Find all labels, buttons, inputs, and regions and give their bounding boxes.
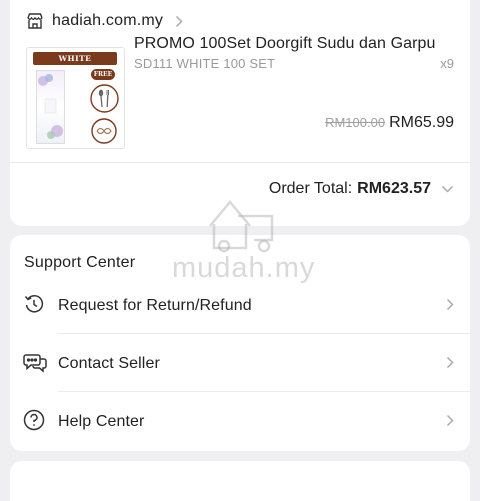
divider	[58, 391, 470, 392]
divider	[58, 333, 470, 334]
help-icon	[23, 409, 45, 436]
price-row: RM100.00 RM65.99	[325, 114, 454, 132]
contact-seller-label: Contact Seller	[58, 354, 160, 372]
contact-seller-item[interactable]: Contact Seller	[10, 335, 470, 392]
order-total-value: RM623.57	[357, 180, 431, 197]
help-center-item[interactable]: Help Center	[10, 393, 470, 450]
product-name[interactable]: PROMO 100Set Doorgift Sudu dan Garpu	[134, 35, 467, 53]
chevron-down-icon[interactable]	[441, 180, 454, 198]
shop-header[interactable]: hadiah.com.my	[26, 8, 183, 34]
return-refund-item[interactable]: Request for Return/Refund	[10, 277, 470, 334]
original-price: RM100.00	[325, 115, 386, 130]
thumbnail-free-badge: FREE	[91, 69, 115, 80]
return-icon	[23, 293, 45, 320]
thumbnail-card-image	[36, 70, 65, 144]
help-center-label: Help Center	[58, 412, 145, 430]
support-center-card: Support Center Request for Return/Refund	[10, 235, 470, 451]
return-refund-label: Request for Return/Refund	[58, 296, 252, 314]
order-card: hadiah.com.my WHITE FREE PROMO 100Set Do…	[10, 0, 470, 226]
shop-icon	[26, 12, 44, 30]
chat-icon	[23, 351, 47, 378]
product-quantity: x9	[440, 56, 454, 71]
spoon-fork-icon	[90, 84, 119, 118]
chevron-right-icon	[446, 356, 454, 374]
sale-price: RM65.99	[389, 114, 454, 131]
shop-name[interactable]: hadiah.com.my	[52, 12, 163, 30]
next-section-card	[10, 461, 470, 501]
order-total-row[interactable]: Order Total: RM623.57	[269, 180, 454, 198]
divider	[10, 162, 470, 163]
product-thumbnail[interactable]: WHITE FREE	[26, 47, 125, 149]
chevron-right-icon	[446, 414, 454, 432]
support-center-title: Support Center	[24, 254, 136, 271]
thumbnail-banner: WHITE	[33, 52, 117, 65]
product-variant: SD111 WHITE 100 SET	[134, 56, 276, 71]
chevron-right-icon	[446, 298, 454, 316]
chevron-right-icon	[175, 15, 183, 28]
order-total-label: Order Total:	[268, 180, 353, 197]
ribbon-tag-icon	[91, 118, 117, 148]
